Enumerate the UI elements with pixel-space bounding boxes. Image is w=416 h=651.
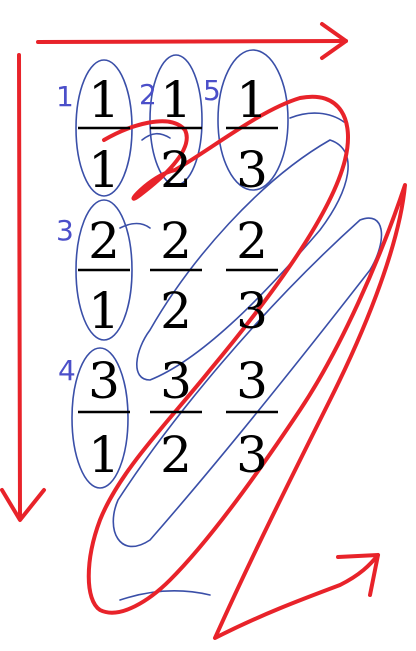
fraction-numerator: 3 <box>236 352 268 410</box>
loop-arrow-2 <box>141 132 171 141</box>
fraction-numerator: 1 <box>88 71 120 129</box>
fraction-numerator: 3 <box>88 352 120 410</box>
fraction-3-1: 3 1 <box>78 352 130 484</box>
fraction-2-2: 2 2 <box>150 212 202 340</box>
loop-arrow-1 <box>289 112 345 123</box>
fraction-denominator: 2 <box>160 426 192 484</box>
order-label-3: 3 <box>56 214 74 247</box>
fraction-denominator: 2 <box>160 141 192 199</box>
fraction-numerator: 3 <box>160 352 192 410</box>
order-label-2: 2 <box>139 78 157 111</box>
fraction-numerator: 2 <box>88 212 120 270</box>
fraction-numerator: 1 <box>236 71 268 129</box>
fraction-denominator: 3 <box>236 141 268 199</box>
order-label-5: 5 <box>203 74 221 107</box>
loop-arrow-4 <box>119 590 211 601</box>
fraction-denominator: 3 <box>236 282 268 340</box>
fraction-denominator: 1 <box>88 282 120 340</box>
fraction-numerator: 2 <box>160 212 192 270</box>
fraction-denominator: 1 <box>88 141 120 199</box>
order-label-1: 1 <box>56 80 74 113</box>
fraction-numerator: 2 <box>236 212 268 270</box>
top-arrow <box>36 22 348 60</box>
diagram-canvas: 1 1 1 2 1 3 2 1 2 2 2 3 3 1 3 2 3 3 1 2 … <box>0 0 416 651</box>
fraction-grid: 1 1 1 2 1 3 2 1 2 2 2 3 3 1 3 2 3 3 <box>78 71 278 484</box>
fraction-denominator: 1 <box>88 426 120 484</box>
order-label-4: 4 <box>58 354 76 387</box>
fraction-2-1: 2 1 <box>78 212 130 340</box>
diagram-svg: 1 1 1 2 1 3 2 1 2 2 2 3 3 1 3 2 3 3 1 2 … <box>0 22 407 640</box>
fraction-denominator: 3 <box>236 426 268 484</box>
left-arrow <box>0 53 46 522</box>
fraction-numerator: 1 <box>160 71 192 129</box>
fraction-denominator: 2 <box>160 282 192 340</box>
